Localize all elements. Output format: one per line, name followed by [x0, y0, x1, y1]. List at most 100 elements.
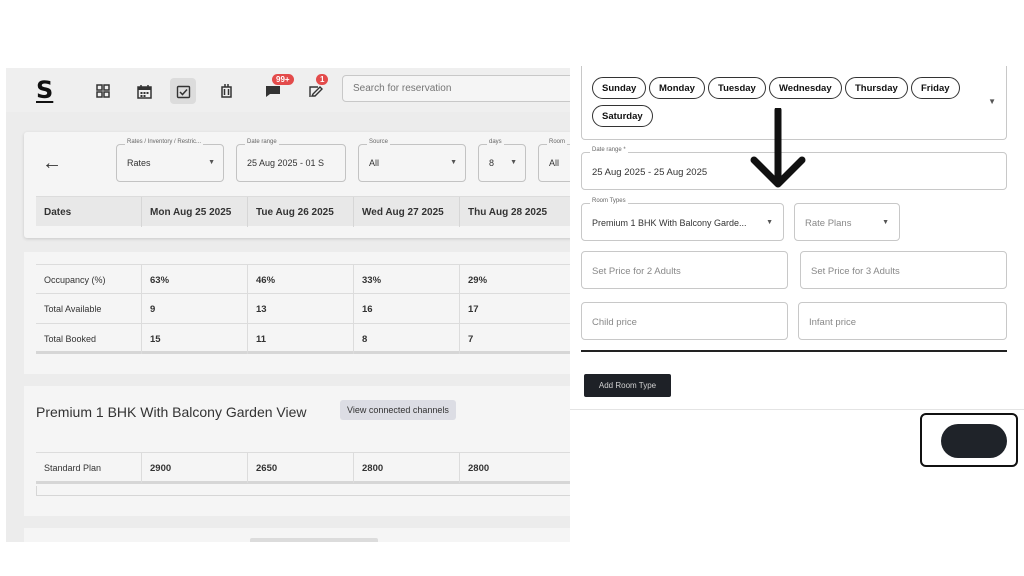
rate-plans-placeholder: Rate Plans [805, 218, 852, 229]
date-column-header: Wed Aug 27 2025 [354, 197, 460, 227]
source-select[interactable]: Source All ▼ [358, 139, 466, 182]
arrow-down-icon [750, 108, 806, 188]
price-2-adults-input[interactable]: Set Price for 2 Adults [581, 251, 788, 289]
date-range-field-value: 25 Aug 2025 - 25 Aug 2025 [592, 167, 708, 178]
table-cell: 17 [460, 294, 570, 324]
room-type-title: Premium 1 BHK With Balcony Garden View [36, 404, 307, 420]
table-row: Total Booked 15 11 8 7 [36, 324, 570, 354]
section-divider [581, 350, 1007, 352]
price-3-adults-input[interactable]: Set Price for 3 Adults [800, 251, 1007, 289]
infant-price-input[interactable]: Infant price [798, 302, 1007, 340]
chevron-down-icon: ▼ [450, 159, 457, 166]
table-cell: 29% [460, 265, 570, 295]
day-chip[interactable]: Wednesday [769, 77, 842, 99]
table-cell: 33% [354, 265, 460, 295]
messages-icon[interactable]: 99+ [260, 74, 294, 104]
rates-inventory-value: Rates [127, 158, 151, 168]
row-label: Total Booked [36, 324, 142, 354]
days-select[interactable]: days 8 ▼ [478, 139, 526, 182]
date-range-label: Date range [245, 139, 279, 145]
chevron-down-icon: ▼ [882, 219, 889, 226]
rate-cell[interactable]: 2800 [460, 453, 570, 483]
app-logo[interactable]: S [36, 76, 53, 104]
add-room-type-button[interactable]: Add Room Type [584, 374, 671, 397]
source-value: All [369, 158, 380, 168]
room-select[interactable]: Room All [538, 139, 570, 182]
table-row: Occupancy (%) 63% 46% 33% 29% [36, 264, 570, 295]
next-card [24, 528, 570, 542]
rates-inventory-label: Rates / Inventory / Restric... [125, 139, 204, 145]
table-row: Standard Plan 2900 2650 2800 2800 [36, 452, 570, 484]
day-chip[interactable]: Thursday [845, 77, 908, 99]
table-cell: 7 [460, 324, 570, 354]
date-range-value: 25 Aug 2025 - 01 S [247, 158, 325, 168]
infant-price-placeholder: Infant price [809, 317, 856, 328]
date-column-header: Thu Aug 28 2025 [460, 197, 570, 227]
highlight-box [920, 413, 1018, 467]
rate-cell[interactable]: 2650 [248, 453, 354, 483]
chevron-down-icon: ▼ [766, 219, 773, 226]
luggage-icon[interactable] [213, 78, 239, 104]
table-cell: 63% [142, 265, 248, 295]
table-cell: 46% [248, 265, 354, 295]
room-value: All [549, 158, 560, 168]
occupancy-card: Occupancy (%) 63% 46% 33% 29% Total Avai… [24, 252, 570, 374]
price-2-adults-placeholder: Set Price for 2 Adults [592, 266, 681, 277]
table-cell: 9 [142, 294, 248, 324]
rates-inventory-select[interactable]: Rates / Inventory / Restric... Rates ▼ [116, 139, 224, 182]
row-label: Total Available [36, 294, 142, 324]
main-app: S 99+ 1 ← [6, 68, 570, 542]
rate-cell[interactable]: 2800 [354, 453, 460, 483]
rate-plans-select[interactable]: Rate Plans ▼ [794, 203, 900, 241]
child-price-placeholder: Child price [592, 317, 637, 328]
day-chip[interactable]: Saturday [592, 105, 653, 127]
days-label: days [487, 139, 504, 145]
date-range-field-label: Date range * [590, 147, 628, 153]
room-types-label: Room Types [590, 198, 628, 204]
table-cell: 13 [248, 294, 354, 324]
rates-calendar-icon[interactable] [170, 78, 196, 104]
chevron-down-icon: ▼ [988, 97, 996, 106]
date-column-header: Mon Aug 25 2025 [142, 197, 248, 227]
table-footer [36, 486, 570, 496]
top-navbar: S 99+ 1 [6, 68, 570, 112]
room-types-select[interactable]: Room Types Premium 1 BHK With Balcony Ga… [581, 198, 784, 241]
rate-cell[interactable]: 2900 [142, 453, 248, 483]
panel-footer-divider [570, 409, 1024, 410]
view-connected-channels-button[interactable]: View connected channels [340, 400, 456, 420]
search-input[interactable] [342, 75, 570, 102]
notes-icon[interactable]: 1 [302, 74, 329, 104]
table-cell: 8 [354, 324, 460, 354]
row-label: Occupancy (%) [36, 265, 142, 295]
messages-badge: 99+ [272, 74, 294, 85]
table-cell: 15 [142, 324, 248, 354]
day-chip[interactable]: Sunday [592, 77, 647, 99]
notes-badge: 1 [316, 74, 329, 85]
table-cell: 11 [248, 324, 354, 354]
dates-header-label: Dates [36, 197, 142, 227]
day-chip[interactable]: Monday [649, 77, 705, 99]
dashboard-icon[interactable] [90, 78, 116, 104]
room-type-card: Premium 1 BHK With Balcony Garden View V… [24, 386, 570, 516]
date-column-header: Tue Aug 26 2025 [248, 197, 354, 227]
days-value: 8 [489, 158, 495, 168]
room-types-value: Premium 1 BHK With Balcony Garde... [592, 218, 747, 228]
calendar-icon[interactable] [131, 78, 157, 104]
day-chip[interactable]: Tuesday [708, 77, 766, 99]
day-chip[interactable]: Friday [911, 77, 960, 99]
child-price-input[interactable]: Child price [581, 302, 788, 340]
table-row: Total Available 9 13 16 17 [36, 294, 570, 324]
room-label: Room [547, 139, 568, 145]
chevron-down-icon: ▼ [510, 159, 517, 166]
chevron-down-icon: ▼ [208, 159, 215, 166]
source-label: Source [367, 139, 391, 145]
dates-header-row: Dates Mon Aug 25 2025 Tue Aug 26 2025 We… [36, 196, 570, 227]
submit-button[interactable] [941, 424, 1007, 458]
plan-label: Standard Plan [36, 453, 142, 483]
table-cell: 16 [354, 294, 460, 324]
card-placeholder [250, 538, 378, 542]
back-arrow-icon[interactable]: ← [42, 152, 62, 175]
date-range-select[interactable]: Date range 25 Aug 2025 - 01 S [236, 139, 346, 182]
filters-card: ← Rates / Inventory / Restric... Rates ▼… [24, 132, 570, 238]
price-3-adults-placeholder: Set Price for 3 Adults [811, 266, 900, 277]
